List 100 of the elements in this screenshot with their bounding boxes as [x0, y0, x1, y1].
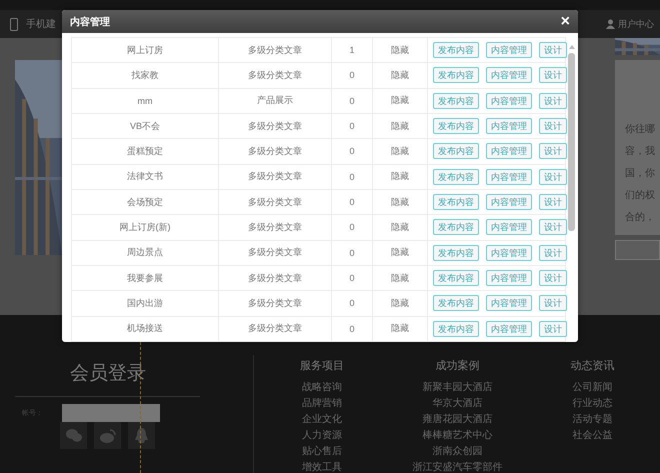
action-button[interactable]: 内容管理	[486, 320, 532, 337]
column-heading: 动态资讯	[570, 358, 614, 373]
footer-link[interactable]: 增效工具	[302, 462, 342, 473]
user-center-link[interactable]: 用户中心	[618, 18, 654, 30]
table-cell: 网上订房(新)	[72, 214, 218, 240]
footer-link[interactable]: 棒棒糖艺术中心	[422, 430, 492, 442]
table-cell: 多级分类文章	[218, 138, 332, 164]
action-button[interactable]: 发布内容	[433, 118, 479, 134]
action-button[interactable]: 内容管理	[486, 244, 532, 261]
table-cell: 多级分类文章	[218, 214, 332, 240]
table-cell: 0	[332, 265, 372, 291]
footer-link[interactable]: 浙江安盛汽车零部件	[412, 462, 502, 473]
chat-bubbles-icon[interactable]	[60, 422, 87, 449]
action-button[interactable]: 内容管理	[486, 42, 532, 58]
action-button[interactable]: 发布内容	[433, 143, 479, 160]
footer-link[interactable]: 品牌营销	[302, 398, 342, 410]
action-button[interactable]: 发布内容	[433, 194, 479, 210]
action-button[interactable]: 内容管理	[486, 118, 532, 134]
action-button[interactable]: 内容管理	[486, 143, 532, 160]
dialog-title: 内容管理	[70, 15, 110, 28]
table-cell: 隐藏	[372, 265, 428, 291]
action-button[interactable]: 设计	[539, 118, 567, 134]
action-button[interactable]: 发布内容	[433, 42, 479, 58]
mobile-phone-icon	[10, 18, 18, 30]
table-cell: 0	[332, 62, 372, 88]
action-button[interactable]: 内容管理	[486, 168, 532, 185]
footer-link[interactable]: 华京大酒店	[432, 398, 482, 410]
action-button[interactable]: 设计	[539, 67, 567, 84]
table-cell: 多级分类文章	[218, 62, 332, 88]
paragraph-line: 合的，	[625, 211, 656, 224]
table-cell: 隐藏	[372, 189, 428, 215]
table-cell: 周边景点	[72, 240, 218, 266]
action-button[interactable]: 发布内容	[433, 67, 479, 84]
action-button[interactable]: 发布内容	[433, 320, 479, 337]
table-cell: 隐藏	[372, 316, 428, 342]
action-button[interactable]: 设计	[539, 295, 567, 312]
table-cell: 法律文书	[72, 164, 218, 190]
column-heading: 成功案例	[436, 358, 480, 373]
footer-link[interactable]: 企业文化	[302, 414, 342, 426]
table-cell: 0	[332, 113, 372, 139]
action-button[interactable]: 内容管理	[486, 92, 532, 109]
table-cell: 多级分类文章	[218, 164, 332, 190]
table-cell: 蛋糕预定	[72, 138, 218, 164]
user-icon	[606, 19, 615, 29]
action-button[interactable]: 发布内容	[433, 219, 479, 236]
footer-link[interactable]: 新聚丰园大酒店	[422, 382, 492, 394]
table-cell: 0	[332, 138, 372, 164]
action-button[interactable]: 设计	[539, 143, 567, 160]
table-cell: 隐藏	[372, 290, 428, 316]
table-cell: 0	[332, 316, 372, 342]
action-button[interactable]: 发布内容	[433, 168, 479, 185]
table-cell: 多级分类文章	[218, 240, 332, 266]
action-button[interactable]: 设计	[539, 270, 567, 286]
table-cell: 隐藏	[372, 113, 428, 139]
footer-link[interactable]: 人力资源	[302, 430, 342, 442]
footer-link[interactable]: 活动专题	[572, 414, 612, 426]
action-button[interactable]: 设计	[539, 168, 567, 185]
action-button[interactable]: 内容管理	[486, 270, 532, 286]
footer-link[interactable]: 行业动态	[572, 398, 612, 410]
action-button[interactable]: 发布内容	[433, 270, 479, 286]
table-cell: 机场接送	[72, 316, 218, 342]
paragraph-line: 国，你	[625, 167, 656, 180]
footer-link[interactable]: 浙南众创园	[432, 446, 482, 458]
table-cell: VB不会	[72, 113, 218, 139]
action-button[interactable]: 内容管理	[486, 295, 532, 312]
table-cell: 0	[332, 88, 372, 114]
table-cell: 找家教	[72, 62, 218, 88]
scroll-up-icon[interactable]	[568, 45, 574, 49]
table-cell: 隐藏	[372, 214, 428, 240]
action-button[interactable]: 内容管理	[486, 194, 532, 210]
action-button[interactable]: 设计	[539, 92, 567, 109]
account-field[interactable]	[62, 404, 160, 422]
table-cell: 会场预定	[72, 189, 218, 215]
table-cell: 多级分类文章	[218, 38, 332, 63]
action-button[interactable]: 发布内容	[433, 92, 479, 109]
table-cell: mm	[72, 88, 218, 114]
close-button[interactable]: ×	[560, 14, 570, 30]
panel-button[interactable]	[615, 240, 660, 260]
footer-link[interactable]: 社会公益	[572, 430, 612, 442]
table-cell: 国内出游	[72, 290, 218, 316]
table-cell: 多级分类文章	[218, 189, 332, 215]
action-button[interactable]: 内容管理	[486, 219, 532, 236]
action-button[interactable]: 设计	[539, 194, 567, 210]
table-cell: 多级分类文章	[218, 265, 332, 291]
table-cell: 产品展示	[218, 88, 332, 114]
footer-link[interactable]: 公司新闻	[572, 382, 612, 394]
action-button[interactable]: 发布内容	[433, 295, 479, 312]
action-button[interactable]: 设计	[539, 244, 567, 261]
footer-link[interactable]: 贴心售后	[302, 446, 342, 458]
footer-link[interactable]: 雍唐花园大酒店	[422, 414, 492, 426]
table-cell: 隐藏	[372, 138, 428, 164]
action-button[interactable]: 设计	[539, 219, 567, 236]
action-button[interactable]: 设计	[539, 320, 567, 337]
table-cell: 隐藏	[372, 38, 428, 63]
action-button[interactable]: 发布内容	[433, 244, 479, 261]
action-button[interactable]: 设计	[539, 42, 567, 58]
mobile-site-label[interactable]: 手机建	[26, 17, 56, 31]
action-button[interactable]: 内容管理	[486, 67, 532, 84]
footer-link[interactable]: 战略咨询	[302, 382, 342, 394]
table-cell: 0	[332, 189, 372, 215]
